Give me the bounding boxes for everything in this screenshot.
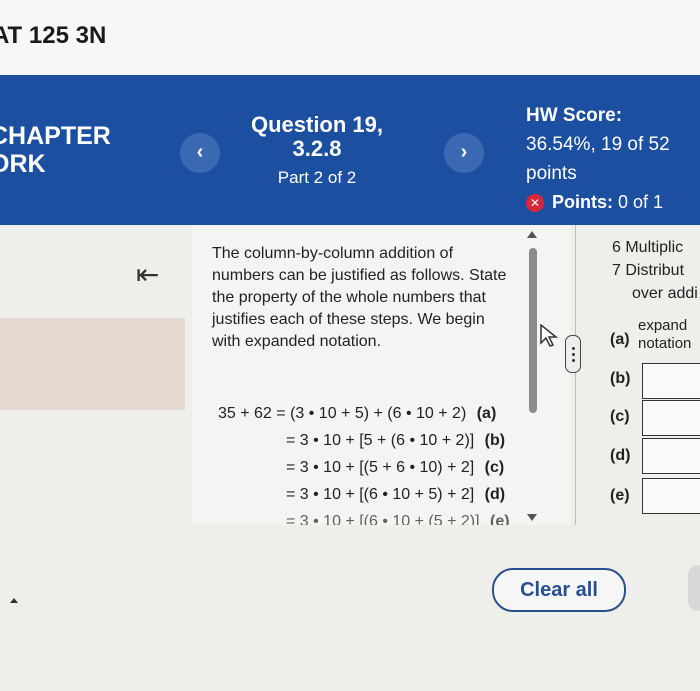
question-number: Question 19, (250, 112, 384, 137)
answer-label-b: (b) (610, 370, 631, 387)
panel-divider (575, 225, 576, 525)
option-item[interactable]: 7 Distribut (612, 262, 684, 280)
answer-label-c: (c) (610, 408, 630, 425)
course-title: AT 125 3N (0, 22, 107, 49)
math-steps: 35 + 62 = (3 • 10 + 5) + (6 • 10 + 2) (a… (218, 400, 510, 525)
question-id: 3.2.8 (292, 136, 342, 161)
chapter-line-2: ORK (0, 150, 46, 178)
left-sidebar (0, 225, 190, 691)
option-item[interactable]: over addi (632, 285, 698, 303)
next-question-button[interactable]: › (444, 133, 484, 173)
resize-handle[interactable] (565, 335, 581, 373)
math-step: 35 + 62 = (3 • 10 + 5) + (6 • 10 + 2) (a… (218, 405, 497, 422)
math-step: = 3 • 10 + [(6 • 10 + 5) + 2] (d) (286, 486, 506, 503)
question-text: The column-by-column addition of numbers… (212, 245, 507, 350)
option-item[interactable]: 6 Multiplic (612, 239, 683, 257)
mouse-cursor-icon (540, 324, 558, 347)
points-row: ✕ Points: 0 of 1 (526, 188, 700, 217)
collapse-left-icon[interactable]: ⇤ (136, 258, 159, 291)
answer-box-c[interactable] (642, 400, 700, 436)
scroll-down-arrow-icon[interactable] (527, 514, 537, 521)
answer-box-d[interactable] (642, 438, 700, 474)
question-panel: The column-by-column addition of numbers… (192, 225, 570, 525)
chapter-line-1: CHAPTER (0, 122, 111, 150)
math-step: = 3 • 10 + [(5 + 6 • 10) + 2] (c) (286, 459, 505, 476)
hw-score-panel: HW Score: 36.54%, 19 of 52 points ✕ Poin… (526, 101, 700, 217)
sidebar-highlight (0, 318, 185, 410)
answer-label-a: (a) (610, 331, 630, 348)
answer-panel: 6 Multiplic 7 Distribut over addi (a) ex… (580, 225, 700, 525)
clear-all-button[interactable]: Clear all (492, 568, 626, 612)
scrollbar-thumb[interactable] (529, 248, 537, 413)
question-part: Part 2 of 2 (277, 168, 357, 187)
hw-score-unit: points (526, 163, 577, 184)
answer-box-e[interactable] (642, 478, 700, 514)
chevron-right-icon: › (460, 141, 468, 163)
course-bar: AT 125 3N (0, 0, 700, 75)
points-label: Points: (552, 192, 613, 212)
points-value: 0 of 1 (618, 192, 664, 212)
question-header: CHAPTER ORK ‹ Question 19, 3.2.8 Part 2 … (0, 75, 700, 225)
partial-button-edge[interactable] (688, 565, 700, 611)
hw-score-label: HW Score: (526, 105, 623, 126)
chevron-left-icon: ‹ (196, 141, 204, 163)
math-step: = 3 • 10 + [5 + (6 • 10 + 2)] (b) (286, 432, 506, 449)
chapter-title: CHAPTER ORK (0, 122, 111, 178)
up-arrow-icon (10, 598, 18, 603)
incorrect-x-icon: ✕ (526, 193, 544, 212)
math-step: = 3 • 10 + [(6 • 10 + (5 + 2)] (e) (286, 513, 510, 525)
scroll-up-arrow-icon[interactable] (527, 231, 537, 238)
answer-label-e: (e) (610, 487, 630, 504)
previous-question-button[interactable]: ‹ (180, 133, 220, 173)
answer-label-d: (d) (610, 447, 631, 464)
answer-box-b[interactable] (642, 363, 700, 399)
answer-a-value: expand notation (638, 317, 692, 352)
hw-score-value: 36.54%, 19 of 52 (526, 134, 670, 155)
question-title: Question 19, 3.2.8 (232, 113, 402, 161)
